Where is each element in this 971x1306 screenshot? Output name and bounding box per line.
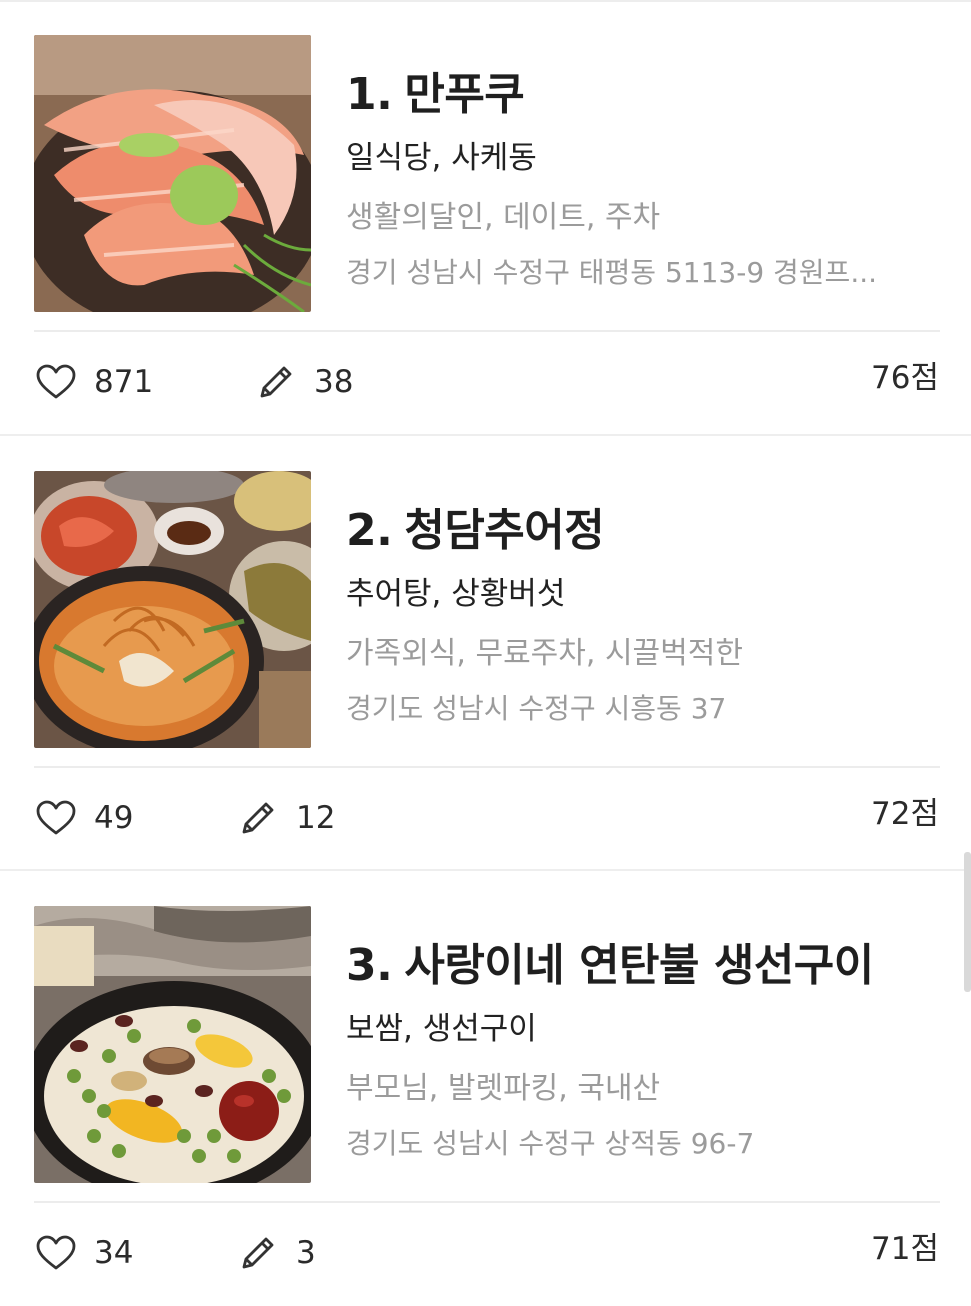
rank-number: 2.	[346, 505, 393, 556]
review-button[interactable]: 38	[256, 362, 353, 402]
card-divider	[34, 766, 940, 768]
restaurant-name[interactable]: 2. 청담추어정	[346, 494, 605, 558]
restaurant-photo-salmon-bowl[interactable]	[34, 35, 311, 312]
restaurant-name-text: 만푸쿠	[404, 69, 525, 120]
restaurant-tags: 생활의달인, 데이트, 주차	[346, 200, 661, 235]
score-label: 72점	[871, 796, 939, 832]
review-count: 3	[296, 1235, 316, 1271]
review-button[interactable]: 3	[238, 1233, 316, 1273]
restaurant-address: 경기 성남시 수정구 태평동 5113-9 경원프...	[346, 256, 878, 289]
like-button[interactable]: 871	[36, 362, 153, 402]
like-button[interactable]: 34	[36, 1233, 133, 1273]
review-count: 12	[296, 800, 336, 836]
like-count: 49	[94, 800, 134, 836]
restaurant-categories: 추어탕, 상황버섯	[346, 576, 566, 612]
pencil-icon[interactable]	[256, 362, 296, 402]
like-count: 871	[94, 364, 154, 400]
like-button[interactable]: 49	[36, 798, 133, 838]
restaurant-card[interactable]: 2. 청담추어정 추어탕, 상황버섯 가족외식, 무료주차, 시끌벅적한 경기도 …	[0, 436, 971, 871]
score-label: 71점	[871, 1231, 939, 1267]
card-divider	[34, 1201, 940, 1203]
restaurant-address: 경기도 성남시 수정구 시흥동 37	[346, 692, 727, 725]
scrollbar-thumb[interactable]	[964, 852, 971, 992]
card-divider	[34, 330, 940, 332]
restaurant-categories: 일식당, 사케동	[346, 140, 537, 176]
restaurant-categories: 보쌈, 생선구이	[346, 1011, 537, 1047]
rank-number: 1.	[346, 69, 393, 120]
review-count: 38	[314, 364, 354, 400]
restaurant-card[interactable]: 1. 만푸쿠 일식당, 사케동 생활의달인, 데이트, 주차 경기 성남시 수정구…	[0, 0, 971, 435]
pencil-icon[interactable]	[238, 798, 278, 838]
pencil-icon[interactable]	[238, 1233, 278, 1273]
restaurant-tags: 가족외식, 무료주차, 시끌벅적한	[346, 636, 743, 671]
restaurant-photo-stone-pot-rice[interactable]	[34, 906, 311, 1183]
heart-outline-icon[interactable]	[36, 364, 76, 400]
review-button[interactable]: 12	[238, 798, 335, 838]
restaurant-card[interactable]: 3. 사랑이네 연탄불 생선구이 보쌈, 생선구이 부모님, 발렛파킹, 국내산 …	[0, 871, 971, 1306]
like-count: 34	[94, 1235, 134, 1271]
restaurant-tags: 부모님, 발렛파킹, 국내산	[346, 1071, 661, 1106]
rank-number: 3.	[346, 940, 393, 991]
restaurant-address: 경기도 성남시 수정구 상적동 96-7	[346, 1127, 755, 1160]
restaurant-name[interactable]: 1. 만푸쿠	[346, 58, 525, 122]
score-label: 76점	[871, 360, 939, 396]
heart-outline-icon[interactable]	[36, 1235, 76, 1271]
restaurant-name-text: 사랑이네 연탄불 생선구이	[404, 940, 874, 991]
restaurant-name-text: 청담추어정	[404, 505, 605, 556]
restaurant-photo-loach-soup[interactable]	[34, 471, 311, 748]
restaurant-name[interactable]: 3. 사랑이네 연탄불 생선구이	[346, 929, 874, 993]
heart-outline-icon[interactable]	[36, 800, 76, 836]
